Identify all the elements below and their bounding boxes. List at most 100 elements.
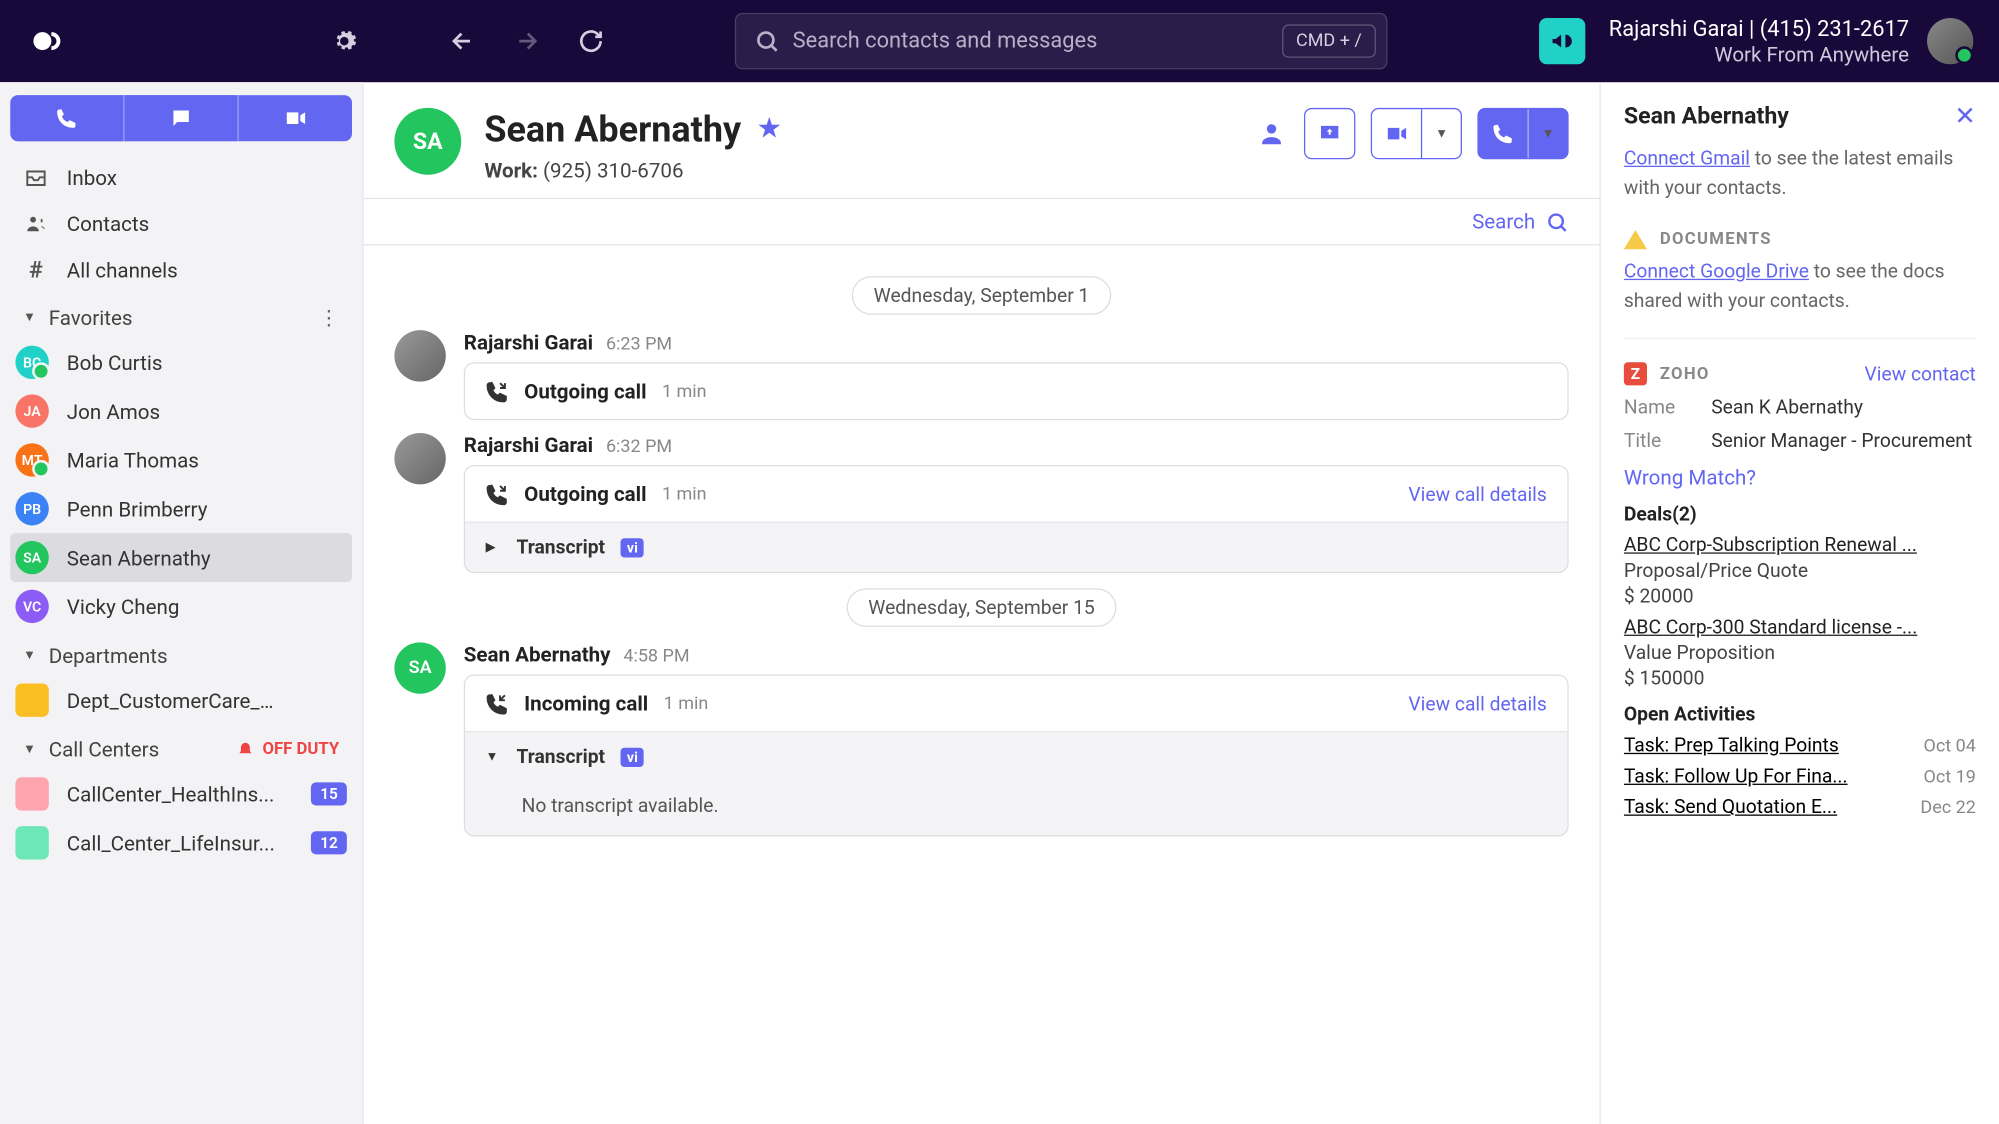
message: SASean Abernathy4:58 PMIncoming call1 mi… [394, 642, 1568, 836]
message-time: 4:58 PM [623, 646, 689, 667]
details-panel: Sean Abernathy ✕ Connect Gmail to see th… [1601, 82, 1999, 1124]
favorite-item[interactable]: PBPenn Brimberry [10, 484, 352, 533]
favorite-item[interactable]: VCVicky Cheng [10, 582, 352, 631]
departments-header[interactable]: ▼ Departments [10, 631, 352, 676]
share-screen-button[interactable] [1304, 108, 1355, 159]
connect-gmail-link[interactable]: Connect Gmail [1624, 146, 1750, 169]
search-input[interactable] [793, 28, 1269, 54]
sidebar: Inbox Contacts#All channels ▼ Favorites ⋮… [0, 82, 364, 1124]
video-call-dropdown[interactable]: ▼ [1421, 109, 1461, 158]
nav-label: All channels [67, 258, 178, 282]
gmail-prompt: Connect Gmail to see the latest emails w… [1624, 144, 1976, 202]
transcript-label: Transcript [516, 536, 605, 559]
nav-inbox[interactable]: Inbox [10, 154, 352, 200]
field-label: Title [1624, 429, 1686, 452]
contact-header: SA Sean Abernathy ★ Work: (925) 310-6706… [364, 82, 1600, 199]
deal-link[interactable]: ABC Corp-Subscription Renewal ... [1624, 533, 1976, 556]
task-link[interactable]: Task: Send Quotation E... [1624, 795, 1910, 818]
nav-back-icon[interactable] [442, 21, 483, 62]
favorite-item[interactable]: SASean Abernathy [10, 533, 352, 582]
off-duty-badge: OFF DUTY [237, 740, 339, 759]
favorite-item[interactable]: MTMaria Thomas [10, 436, 352, 485]
add-contact-icon[interactable] [1248, 113, 1289, 154]
search-shortcut: CMD + / [1282, 24, 1376, 57]
wrong-match-link[interactable]: Wrong Match? [1624, 465, 1976, 489]
nav-label: Inbox [67, 165, 117, 189]
search-icon [1545, 210, 1568, 233]
call-dropdown[interactable]: ▼ [1528, 109, 1568, 158]
department-item[interactable]: Dept_CustomerCare_RGC... [10, 676, 352, 725]
favorite-item[interactable]: JAJon Amos [10, 387, 352, 436]
avatar: BC [15, 346, 48, 379]
call-duration: 1 min [662, 381, 707, 402]
contact-phone: Work: (925) 310-6706 [484, 158, 782, 182]
task-date: Oct 04 [1924, 736, 1976, 757]
view-contact-link[interactable]: View contact [1865, 362, 1976, 385]
global-search[interactable]: CMD + / [735, 13, 1388, 70]
favorite-name: Penn Brimberry [67, 497, 208, 521]
callcenter-item[interactable]: CallCenter_HealthIns...15 [10, 770, 352, 819]
callcenter-item[interactable]: Call_Center_LifeInsur...12 [10, 818, 352, 867]
deal-stage: Proposal/Price Quote [1624, 559, 1976, 582]
refresh-icon[interactable] [570, 21, 611, 62]
nav-forward-icon [506, 21, 547, 62]
chevron-down-icon: ▼ [23, 743, 36, 757]
call-card: Outgoing call 1 min [464, 362, 1569, 420]
call-type: Outgoing call [524, 482, 646, 506]
deal-link[interactable]: ABC Corp-300 Standard license -... [1624, 615, 1976, 638]
documents-title: DOCUMENTS [1660, 230, 1772, 249]
cc-color [15, 826, 48, 859]
message-author: Rajarshi Garai [464, 433, 593, 457]
announcement-button[interactable] [1539, 18, 1585, 64]
video-call-button[interactable]: ▼ [1371, 108, 1462, 159]
transcript-toggle[interactable]: ▼Transcriptvi [465, 731, 1567, 781]
call-duration: 1 min [662, 484, 707, 505]
message-author: Rajarshi Garai [464, 330, 593, 354]
favorites-more-icon[interactable]: ⋮ [319, 306, 340, 330]
dept-color [15, 683, 48, 716]
thread-search[interactable]: Search [364, 199, 1600, 245]
callcenters-header[interactable]: ▼ Call Centers OFF DUTY [10, 725, 352, 770]
field-label: Name [1624, 396, 1686, 419]
user-status: Work From Anywhere [1609, 42, 1909, 66]
favorite-item[interactable]: BCBob Curtis [10, 338, 352, 387]
chevron-down-icon: ▼ [23, 311, 36, 325]
user-menu[interactable]: Rajarshi Garai | (415) 231-2617 Work Fro… [1609, 16, 1973, 66]
call-type: Outgoing call [524, 379, 646, 403]
app-logo[interactable] [26, 18, 72, 64]
field-value: Senior Manager - Procurement [1711, 429, 1976, 452]
call-card: Incoming call1 minView call details▼Tran… [464, 674, 1569, 836]
new-video-button[interactable] [238, 95, 352, 141]
outgoing-call-icon [486, 380, 509, 403]
gdrive-prompt: Connect Google Drive to see the docs sha… [1624, 257, 1976, 315]
close-icon[interactable]: ✕ [1954, 100, 1976, 131]
gear-icon[interactable] [324, 21, 365, 62]
search-icon [754, 28, 780, 54]
view-call-details[interactable]: View call details [1408, 692, 1546, 715]
new-message-button[interactable] [123, 95, 237, 141]
conversation-pane: SA Sean Abernathy ★ Work: (925) 310-6706… [364, 82, 1601, 1124]
favorite-star-icon[interactable]: ★ [757, 113, 782, 145]
inbox-icon [23, 164, 49, 190]
task-link[interactable]: Task: Prep Talking Points [1624, 734, 1913, 757]
task-date: Dec 22 [1920, 798, 1975, 819]
cc-name: Call_Center_LifeInsur... [67, 831, 275, 855]
nav-contacts[interactable]: Contacts [10, 200, 352, 246]
message-time: 6:23 PM [606, 334, 672, 355]
view-call-details[interactable]: View call details [1408, 482, 1546, 505]
avatar: MT [15, 443, 48, 476]
outgoing-call-icon [486, 482, 509, 505]
call-button[interactable]: ▼ [1478, 108, 1569, 159]
transcript-toggle[interactable]: ▶Transcriptvi [465, 522, 1567, 572]
task-link[interactable]: Task: Follow Up For Fina... [1624, 764, 1913, 787]
task-row: Task: Prep Talking Points Oct 04 [1624, 734, 1976, 757]
connect-gdrive-link[interactable]: Connect Google Drive [1624, 260, 1809, 283]
bell-off-icon [237, 741, 255, 759]
new-call-button[interactable] [10, 95, 123, 141]
user-avatar[interactable] [1927, 18, 1973, 64]
favorites-label: Favorites [49, 306, 133, 330]
zoho-icon: Z [1624, 362, 1647, 385]
task-row: Task: Send Quotation E... Dec 22 [1624, 795, 1976, 818]
favorites-header[interactable]: ▼ Favorites ⋮ [10, 293, 352, 338]
nav-hash[interactable]: #All channels [10, 247, 352, 293]
